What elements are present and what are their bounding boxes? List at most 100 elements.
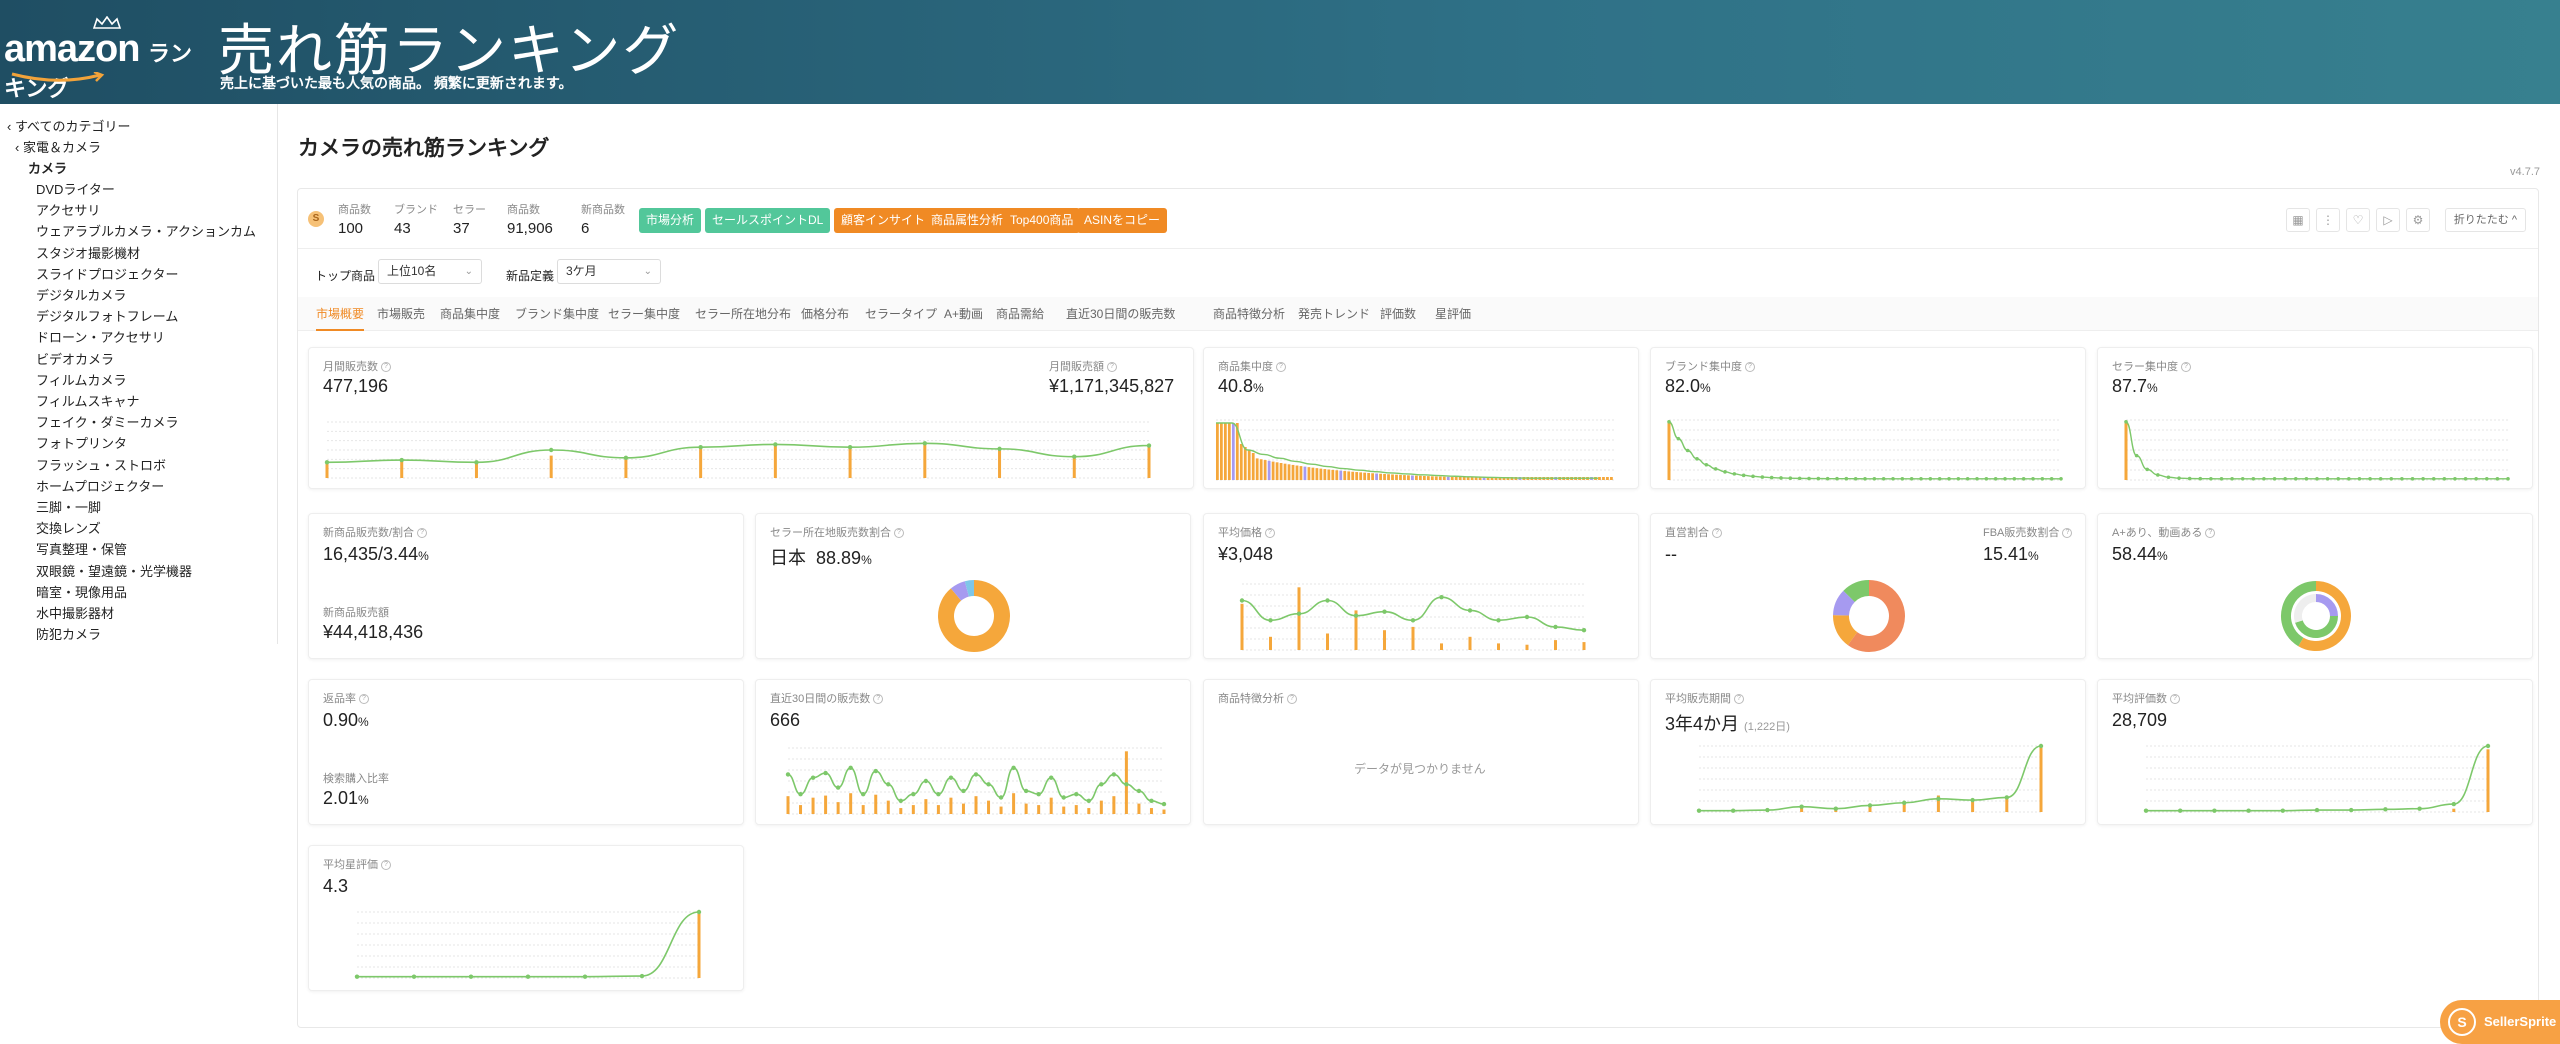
chart-bar xyxy=(699,447,703,478)
chart-point xyxy=(2442,477,2447,481)
aplus-donut xyxy=(2281,581,2351,651)
sidebar-category-item[interactable]: ドローン・アクセサリ xyxy=(36,327,165,346)
chart-point xyxy=(582,974,588,979)
sidebar-category-item[interactable]: 暗室・現像用品 xyxy=(36,582,127,601)
copy-asin-button[interactable]: ASINをコピー xyxy=(1077,208,1168,233)
tab-item[interactable]: セラータイプ xyxy=(865,297,937,331)
sidebar-all-categories-link[interactable]: ‹ すべてのカテゴリー xyxy=(7,116,131,135)
tab-item[interactable]: A+動画 xyxy=(944,297,983,331)
amazon-logo[interactable]: amazon ランキング xyxy=(4,16,204,101)
sidebar-category-item[interactable]: スライドプロジェクター xyxy=(36,264,178,283)
sidebar-category-item[interactable]: フォトプリンタ xyxy=(36,433,127,452)
sidebar-category-item[interactable]: アクセサリ xyxy=(36,200,100,219)
sidebar-category-item[interactable]: DVDライター xyxy=(36,179,115,198)
chart-bar xyxy=(811,797,815,814)
chart-point xyxy=(2347,477,2351,481)
sidebar-category-item[interactable]: スタジオ撮影機材 xyxy=(36,243,140,262)
sidebar-category-item[interactable]: ビデオカメラ xyxy=(36,349,114,368)
market-analysis-button[interactable]: 市場分析 xyxy=(639,208,702,233)
chart-bar xyxy=(1024,803,1028,814)
card-brand-concentration: ブランド集中度? 82.0% xyxy=(1650,347,2086,489)
chart-point xyxy=(873,768,878,774)
sidebar-category-item[interactable]: 交換レンズ xyxy=(36,518,101,537)
tab-item[interactable]: 商品集中度 xyxy=(440,297,500,331)
sales-points-download-button[interactable]: セールスポイントDL xyxy=(705,208,831,233)
sidebar-category-item[interactable]: デジタルフォトフレーム xyxy=(36,306,178,325)
chart-bar xyxy=(773,443,777,478)
tab-item[interactable]: 価格分布 xyxy=(801,297,849,331)
tab-item[interactable]: 市場販売 xyxy=(377,297,425,331)
chart-point xyxy=(1844,476,1849,481)
new-product-definition-select[interactable]: 3ケ月 ⌄ xyxy=(557,259,661,284)
sidebar-category-item[interactable]: フェイク・ダミーカメラ xyxy=(36,412,178,431)
help-icon: ? xyxy=(359,694,369,705)
sellersprite-widget[interactable]: S SellerSprite xyxy=(2440,1000,2560,1044)
category-sidebar: ‹ すべてのカテゴリー ‹ 家電＆カメラ カメラ DVDライター アクセサリ ウェア… xyxy=(0,104,278,644)
tab-item[interactable]: 市場概要 xyxy=(316,297,365,331)
donut-slice xyxy=(1833,590,1856,617)
sidebar-category-item[interactable]: 水中撮影器材 xyxy=(36,603,114,622)
chart-point xyxy=(1036,792,1041,797)
top-products-select[interactable]: 上位10名 ⌄ xyxy=(378,259,482,284)
chart-point xyxy=(1891,476,1895,481)
sidebar-category-item[interactable]: 写真整理・保管 xyxy=(36,539,127,558)
chart-point xyxy=(2431,477,2436,481)
tab-item[interactable]: セラー所在地分布 xyxy=(695,297,791,331)
tab-item[interactable]: 評価数 xyxy=(1380,297,1416,331)
chart-bar xyxy=(2486,749,2490,812)
chart-line xyxy=(357,911,700,978)
tab-item[interactable]: 商品特徴分析 xyxy=(1213,297,1285,331)
tab-item[interactable]: 直近30日間の販売数 xyxy=(1066,297,1175,331)
chart-point xyxy=(1685,448,1690,453)
chart-point xyxy=(2004,795,2009,800)
tab-item[interactable]: 発売トレンド xyxy=(1298,297,1370,331)
top400-button[interactable]: Top400商品 xyxy=(1003,208,1081,233)
tab-item[interactable]: 商品需給 xyxy=(996,297,1044,331)
chart-point xyxy=(2451,801,2456,807)
chart-bar xyxy=(1440,643,1443,650)
customer-insight-button[interactable]: 顧客インサイト xyxy=(834,208,933,233)
sidebar-category-item[interactable]: フィルムスキャナ xyxy=(36,391,139,410)
collapse-button[interactable]: 折りたたむ ^ xyxy=(2444,208,2526,232)
chart-bar xyxy=(1307,467,1311,480)
chart-bar xyxy=(1291,464,1295,480)
chart-point xyxy=(973,772,979,777)
sidebar-category-item[interactable]: ウェアラブルカメラ・アクションカム xyxy=(36,221,256,240)
chart-bar xyxy=(799,805,803,814)
chart-point xyxy=(2219,476,2224,481)
chart-bar xyxy=(1227,423,1231,480)
chart-bar xyxy=(1037,805,1041,814)
sidebar-parent-link[interactable]: ‹ 家電＆カメラ xyxy=(15,137,101,156)
chart-bar xyxy=(961,803,965,814)
sidebar-category-item[interactable]: デジタルカメラ xyxy=(36,285,126,304)
tab-item[interactable]: 星評価 xyxy=(1435,297,1471,331)
sidebar-category-item[interactable]: ホームプロジェクター xyxy=(36,476,164,495)
product-attribute-button[interactable]: 商品属性分析 xyxy=(924,208,1011,233)
settings-icon[interactable]: ⚙ xyxy=(2406,208,2430,232)
analysis-panel: S 商品数 100 ブランド 43 セラー 37 商品数 91,906 新商品数 6 市場… xyxy=(297,188,2539,1028)
chart-bar xyxy=(936,805,940,814)
chart-bar xyxy=(1351,471,1355,480)
chart-bar xyxy=(1395,474,1398,480)
heart-icon[interactable]: ♡ xyxy=(2346,208,2370,232)
grid-icon[interactable]: ▦ xyxy=(2286,208,2310,232)
sidebar-category-item[interactable]: 三脚・一脚 xyxy=(36,497,101,516)
chart-point xyxy=(2059,476,2063,481)
chart-point xyxy=(1928,476,1933,481)
chart-point xyxy=(2003,476,2007,481)
tab-item[interactable]: ブランド集中度 xyxy=(515,297,599,331)
sidebar-category-item[interactable]: フィルムカメラ xyxy=(36,370,126,389)
video-icon[interactable]: ▷ xyxy=(2376,208,2400,232)
chart-point xyxy=(1919,476,1923,481)
tab-item[interactable]: セラー集中度 xyxy=(608,297,680,331)
chart-point xyxy=(886,782,891,787)
sidebar-category-item[interactable]: 双眼鏡・望遠鏡・光学機器 xyxy=(36,561,192,580)
more-icon[interactable]: ⋮ xyxy=(2316,208,2340,232)
sidebar-category-item[interactable]: 防犯カメラ xyxy=(36,624,101,643)
chart-point xyxy=(474,460,479,465)
sidebar-category-item[interactable]: フラッシュ・ストロボ xyxy=(36,455,166,474)
chart-point xyxy=(898,798,903,803)
chart-bar xyxy=(1415,475,1418,480)
chart-point xyxy=(1496,618,1501,623)
chart-point xyxy=(324,460,330,465)
